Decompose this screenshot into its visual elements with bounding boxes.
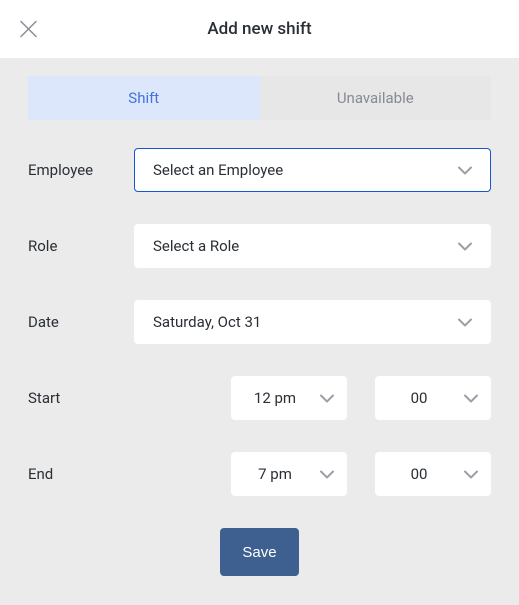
end-hour-value: 7 pm — [244, 465, 306, 483]
chevron-down-icon — [464, 470, 478, 479]
end-minute-value: 00 — [388, 465, 450, 483]
save-button[interactable]: Save — [220, 528, 298, 576]
chevron-down-icon — [458, 318, 472, 327]
modal-content: Shift Unavailable Employee Select an Emp… — [0, 58, 519, 605]
employee-select[interactable]: Select an Employee — [134, 148, 491, 192]
tab-unavailable[interactable]: Unavailable — [260, 76, 492, 120]
employee-row: Employee Select an Employee — [28, 148, 491, 192]
start-hour-value: 12 pm — [244, 389, 306, 407]
chevron-down-icon — [458, 166, 472, 175]
date-label: Date — [28, 313, 134, 331]
date-row: Date Saturday, Oct 31 — [28, 300, 491, 344]
role-row: Role Select a Role — [28, 224, 491, 268]
save-button-label: Save — [242, 544, 276, 561]
end-hour-select[interactable]: 7 pm — [231, 452, 347, 496]
tab-shift-label: Shift — [128, 89, 159, 107]
date-select[interactable]: Saturday, Oct 31 — [134, 300, 491, 344]
chevron-down-icon — [320, 394, 334, 403]
start-minute-select[interactable]: 00 — [375, 376, 491, 420]
role-label: Role — [28, 237, 134, 255]
close-icon — [20, 21, 37, 38]
tab-shift[interactable]: Shift — [28, 76, 260, 120]
modal-header: Add new shift — [0, 0, 519, 58]
start-label: Start — [28, 389, 105, 407]
chevron-down-icon — [458, 242, 472, 251]
tab-unavailable-label: Unavailable — [337, 89, 414, 107]
start-minute-value: 00 — [388, 389, 450, 407]
start-hour-select[interactable]: 12 pm — [231, 376, 347, 420]
employee-label: Employee — [28, 161, 134, 179]
role-select[interactable]: Select a Role — [134, 224, 491, 268]
role-select-value: Select a Role — [153, 237, 239, 255]
chevron-down-icon — [320, 470, 334, 479]
end-label: End — [28, 465, 105, 483]
modal-title: Add new shift — [0, 19, 519, 39]
end-row: End 7 pm 00 — [28, 452, 491, 496]
date-select-value: Saturday, Oct 31 — [153, 313, 261, 331]
close-button[interactable] — [20, 21, 37, 38]
add-shift-modal: Add new shift Shift Unavailable Employee… — [0, 0, 519, 605]
chevron-down-icon — [464, 394, 478, 403]
tabs: Shift Unavailable — [28, 76, 491, 120]
employee-select-value: Select an Employee — [153, 161, 283, 179]
save-row: Save — [28, 528, 491, 576]
start-row: Start 12 pm 00 — [28, 376, 491, 420]
end-minute-select[interactable]: 00 — [375, 452, 491, 496]
